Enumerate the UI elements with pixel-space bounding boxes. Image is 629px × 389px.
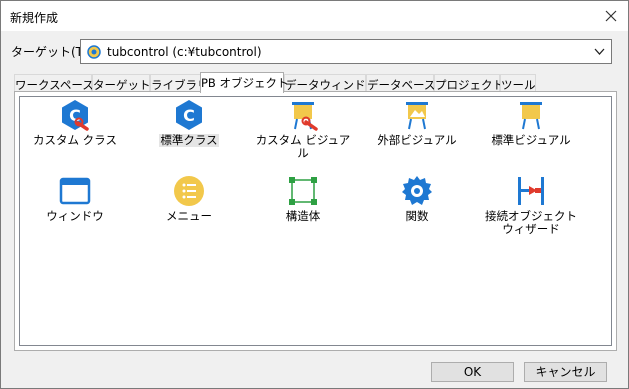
target-combobox[interactable]: tubcontrol (c:¥tubcontrol) (80, 39, 612, 64)
title-bar: 新規作成 (1, 1, 628, 31)
standard-class-icon: C (176, 100, 202, 130)
object-list: C カスタム クラス C 標準クラス カスタム ビジュアル 外部ビジュアル 標準… (19, 96, 612, 346)
item-label: メニュー (166, 209, 212, 223)
external-visual-icon (406, 102, 428, 130)
tab-datawindow[interactable]: データウィンドウ (284, 74, 377, 92)
tab-tool[interactable]: ツール (500, 74, 536, 92)
item-custom-visual[interactable]: カスタム ビジュアル (253, 99, 353, 160)
item-function[interactable]: 関数 (367, 175, 467, 223)
new-dialog: 新規作成 ターゲット(T): tubcontrol (c:¥tubcontrol… (0, 0, 629, 389)
item-label: カスタム クラス (33, 133, 117, 147)
item-external-visual[interactable]: 外部ビジュアル (367, 99, 467, 147)
function-icon (402, 176, 432, 205)
item-label: 構造体 (285, 209, 321, 223)
custom-visual-icon (292, 102, 318, 131)
item-label: 外部ビジュアル (377, 133, 457, 147)
item-window[interactable]: ウィンドウ (25, 175, 125, 223)
item-label: カスタム ビジュアル (255, 133, 351, 160)
menu-icon (174, 176, 204, 206)
connection-wizard-icon (518, 177, 544, 205)
item-label: ウィンドウ (46, 209, 104, 223)
target-app-icon (87, 45, 101, 59)
target-value: tubcontrol (c:¥tubcontrol) (107, 45, 262, 59)
item-label: 関数 (405, 209, 429, 223)
tab-pb-object[interactable]: PB オブジェクト (200, 72, 288, 93)
item-standard-class[interactable]: C 標準クラス (139, 99, 239, 147)
custom-class-icon: C (62, 100, 89, 131)
item-structure[interactable]: 構造体 (253, 175, 353, 223)
item-label: 標準クラス (159, 133, 219, 147)
item-label: 標準ビジュアル (491, 133, 571, 147)
window-title: 新規作成 (10, 11, 59, 25)
tab-target[interactable]: ターゲット (92, 74, 151, 92)
chevron-down-icon[interactable] (594, 48, 605, 56)
tab-panel: C カスタム クラス C 標準クラス カスタム ビジュアル 外部ビジュアル 標準… (14, 91, 617, 351)
close-icon[interactable] (600, 5, 622, 27)
item-label: 接続オブジェクト ウィザード (485, 209, 577, 236)
item-connection-wizard[interactable]: 接続オブジェクト ウィザード (481, 175, 581, 236)
item-menu[interactable]: メニュー (139, 175, 239, 223)
ok-button[interactable]: OK (431, 362, 514, 382)
structure-icon (289, 177, 317, 205)
item-custom-class[interactable]: C カスタム クラス (25, 99, 125, 147)
tab-project[interactable]: プロジェクト (434, 74, 504, 92)
standard-visual-icon (520, 102, 542, 130)
item-standard-visual[interactable]: 標準ビジュアル (481, 99, 581, 147)
tab-database[interactable]: データベース (366, 74, 435, 92)
tab-workspace[interactable]: ワークスペース (14, 74, 94, 92)
cancel-button[interactable]: キャンセル (524, 362, 607, 382)
window-icon (59, 177, 91, 205)
svg-text:C: C (183, 106, 195, 125)
tab-library[interactable]: ライブラリ (150, 74, 209, 92)
